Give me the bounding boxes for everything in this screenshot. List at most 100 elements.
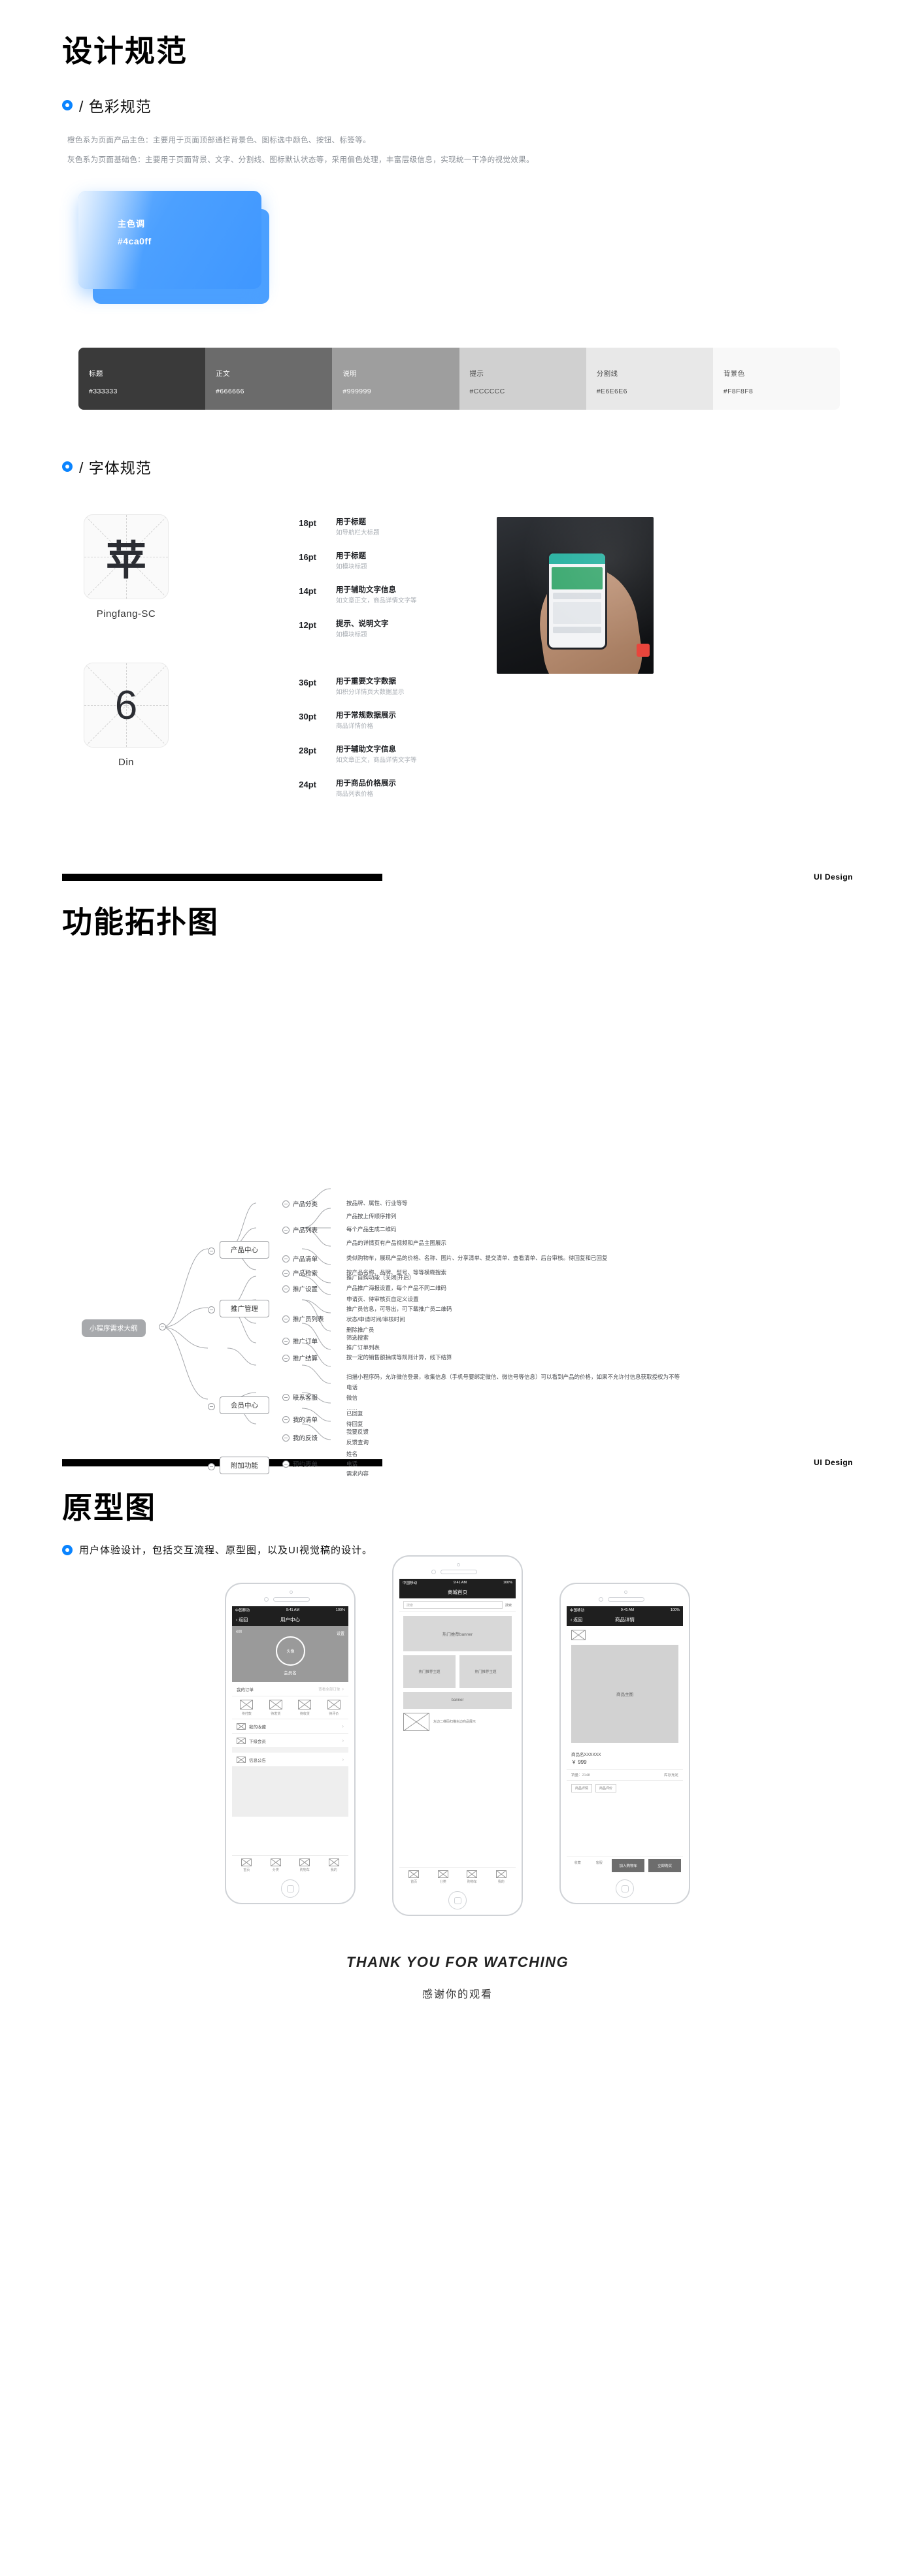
home-button[interactable] (281, 1879, 299, 1898)
carrier: 中国移动 (403, 1581, 418, 1585)
mindmap-detail: 删除推广员 (346, 1327, 374, 1333)
color-swatch-0: 标题 #333333 (78, 348, 206, 410)
home-button[interactable] (448, 1891, 467, 1909)
mindmap-detail: 筛选搜索 (346, 1334, 369, 1341)
mindmap-branch-3: 附加功能 (220, 1457, 269, 1474)
battery: 100% (670, 1608, 680, 1612)
avatar[interactable]: 头像 (276, 1636, 305, 1666)
swatch-name: 标题 (89, 370, 103, 378)
tab-2[interactable]: 购物车 (290, 1858, 320, 1872)
glyph-box-din: 6 (84, 663, 169, 748)
color-description: 橙色系为页面产品主色：主要用于页面顶部通栏背景色、图标选中颜色、按钮、标签等。 … (0, 131, 915, 170)
mindmap-branch-2: 会员中心 (220, 1396, 269, 1414)
orders-row[interactable]: 我的订单 查看全部订单 › (232, 1682, 348, 1696)
member-name: 会员名 (284, 1671, 297, 1676)
tab-0[interactable]: 首页 (399, 1870, 429, 1884)
order-status-label: 待发货 (271, 1712, 281, 1716)
swatch-hex: #E6E6E6 (596, 388, 627, 395)
font-card-pingfang: 苹 Pingfang-SC (84, 514, 169, 619)
mindmap-branch-1: 推广管理 (220, 1300, 269, 1317)
purchase-bar: 收藏 客服 加入购物车 立即购买 (567, 1857, 683, 1874)
buy-now-button[interactable]: 立即购买 (648, 1859, 681, 1872)
nav-bar: ‹ 返回 用户中心 (232, 1613, 348, 1626)
search-button[interactable]: 搜索 (505, 1603, 512, 1608)
tab-1[interactable]: 分类 (261, 1858, 291, 1872)
mindmap-item-icon (282, 1416, 290, 1423)
orders-all-label: 查看全部订单 (318, 1687, 341, 1692)
qr-product-row: 左边二维码扫描右边商品展示 (403, 1713, 512, 1731)
tab-1[interactable]: 分类 (429, 1870, 458, 1884)
tab-3[interactable]: 我的 (320, 1858, 349, 1872)
hero-corner-label: 返回 (236, 1630, 242, 1633)
camera-lens-icon (290, 1591, 293, 1594)
product-main-image[interactable]: 商品主图 (571, 1645, 678, 1743)
favorite-button[interactable]: 收藏 (567, 1857, 588, 1874)
photo-light (497, 517, 654, 674)
tab-label: 首页 (243, 1868, 250, 1872)
list-item-label: 信息公告 (249, 1758, 266, 1763)
mindmap-item-icon (282, 1338, 290, 1345)
camera-icon (264, 1597, 269, 1602)
swatch-hex: #666666 (216, 388, 244, 395)
list-gap (232, 1748, 348, 1753)
font-size-value: 14pt (299, 586, 316, 596)
mindmap-item-label: 推广订单 (293, 1338, 318, 1346)
add-to-cart-button[interactable]: 加入购物车 (612, 1859, 645, 1872)
carrier: 中国移动 (235, 1608, 250, 1613)
swatch-hex: #999999 (342, 388, 372, 395)
feature-card-2[interactable]: 热门推荐主题 (459, 1655, 512, 1688)
font-size-value: 36pt (299, 678, 316, 687)
tab-3[interactable]: 我的 (487, 1870, 516, 1884)
mindmap-detail: 待回复 (346, 1421, 363, 1427)
list-item-label: 下级会员 (249, 1739, 266, 1744)
tab-0[interactable]: 首页 (232, 1858, 261, 1872)
order-status-1[interactable]: 待发货 (261, 1700, 291, 1716)
profile-hero: 设置 返回 头像 会员名 (232, 1626, 348, 1682)
bullet-dot-icon (62, 100, 73, 110)
settings-button[interactable]: 设置 (337, 1630, 344, 1636)
font-size-value: 16pt (299, 552, 316, 562)
bullet-dot-icon (62, 461, 73, 472)
mindmap-detail: 产品的详情页有产品视频和产品主图展示 (346, 1240, 447, 1246)
mid-banner[interactable]: banner (403, 1692, 512, 1709)
list-item[interactable]: 我的收藏 › (232, 1719, 348, 1734)
mindmap-detail: 产品推广海报设置，每个产品不同二维码 (346, 1285, 447, 1291)
top-banner[interactable]: 热门推荐banner (403, 1616, 512, 1651)
font-size-usage: 用于重要文字数据 (336, 678, 396, 685)
home-button[interactable] (616, 1879, 634, 1898)
service-button[interactable]: 客服 (588, 1857, 610, 1874)
mindmap-branch-0: 产品中心 (220, 1241, 269, 1259)
color-swatch-3: 提示 #CCCCCC (459, 348, 586, 410)
order-status-2[interactable]: 待收货 (290, 1700, 320, 1716)
list-item[interactable]: 信息公告 › (232, 1753, 348, 1767)
tab-2[interactable]: 购物车 (458, 1870, 487, 1884)
order-status-3[interactable]: 待评价 (320, 1700, 349, 1716)
phone-product-detail: 中国移动 9:41 AM 100% ‹ 返回 商品详情 商品主图 商品名XXXX… (559, 1583, 690, 1916)
tab-product-detail[interactable]: 商品详情 (571, 1784, 593, 1792)
phone-user-center: 中国移动 9:41 AM 100% ‹ 返回 用户中心 设置 返回 头像 会员名 (225, 1583, 356, 1916)
font-size-example: 如模块标题 (336, 563, 367, 570)
search-input[interactable]: 搜索 (403, 1601, 503, 1609)
footer: THANK YOU FOR WATCHING 感谢你的观看 (0, 1954, 915, 2001)
tab-label: 我的 (330, 1868, 337, 1872)
swatch-name: 分割线 (596, 370, 618, 378)
tab-icon (290, 1858, 320, 1866)
detail-tabs: 商品详情 商品评价 (567, 1781, 683, 1796)
bullet-dot-icon (62, 1544, 73, 1555)
tab-product-reviews[interactable]: 商品评价 (595, 1784, 617, 1792)
tab-label: 分类 (439, 1880, 446, 1884)
feature-card-1[interactable]: 热门推荐主题 (403, 1655, 456, 1688)
prototype-subheading: 用户体验设计，包括交互流程、原型图，以及UI视觉稿的设计。 (0, 1543, 915, 1557)
mindmap-detail: 我要反馈 (346, 1428, 369, 1435)
font-card-din: 6 Din (84, 663, 169, 768)
list-item[interactable]: 下级会员 › (232, 1734, 348, 1748)
font-size-example: 如模块标题 (336, 631, 367, 638)
product-sales: 销量：2148 (571, 1774, 590, 1777)
prototype-divider: UI Design (62, 1458, 853, 1467)
mindmap-item-icon (282, 1434, 290, 1442)
font-size-row-din-0: 36pt 用于重要文字数据 如积分详情页大数据显示 (268, 676, 484, 698)
order-status-label: 待收货 (299, 1712, 310, 1716)
order-status-0[interactable]: 待付款 (232, 1700, 261, 1716)
mindmap-node-icon (159, 1323, 166, 1330)
mindmap-detail: 电话 (346, 1384, 358, 1391)
